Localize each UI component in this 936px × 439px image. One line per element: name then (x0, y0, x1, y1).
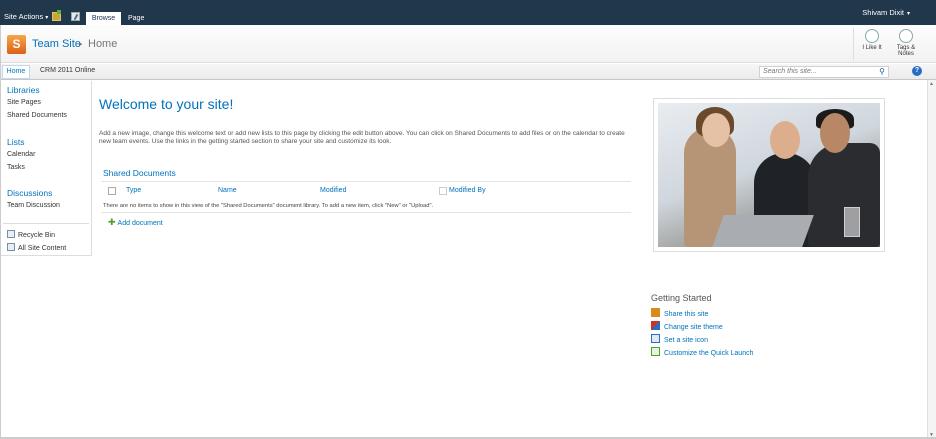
site-logo-icon[interactable]: S (7, 35, 26, 54)
change-theme-label: Change site theme (664, 324, 723, 331)
recycle-bin-label: Recycle Bin (18, 232, 55, 239)
getting-started-title: Getting Started (651, 293, 712, 303)
share-icon (651, 308, 660, 317)
ql-item-site-pages[interactable]: Site Pages (7, 99, 41, 106)
recycle-bin-icon (7, 230, 15, 238)
share-site-link[interactable]: Share this site (651, 308, 708, 318)
chevron-down-icon: ▾ (906, 11, 910, 17)
title-area: S Team Site ▸ Home I Like It Tags & Note… (0, 25, 936, 63)
welcome-text: Add a new image, change this welcome tex… (99, 130, 625, 145)
divider (101, 181, 631, 182)
user-name: Shivam Dixit (862, 8, 904, 17)
customize-quick-launch-link[interactable]: Customize the Quick Launch (651, 347, 754, 357)
top-nav: Home CRM 2011 Online Search this site...… (0, 64, 936, 80)
column-name[interactable]: Name (218, 187, 237, 194)
topnav-crm[interactable]: CRM 2011 Online (40, 67, 95, 74)
ql-item-calendar[interactable]: Calendar (7, 151, 35, 158)
empty-library-message: There are no items to show in this view … (103, 203, 434, 209)
quick-launch-icon (651, 347, 660, 356)
tags-notes-button[interactable]: Tags & Notes (892, 29, 920, 57)
add-document-label: Add document (117, 220, 163, 227)
welcome-heading: Welcome to your site! (99, 96, 234, 112)
i-like-it-button[interactable]: I Like It (858, 29, 886, 51)
navigate-up-icon[interactable] (52, 10, 61, 21)
site-actions-label: Site Actions (4, 12, 44, 21)
breadcrumb-arrow-icon: ▸ (79, 41, 83, 48)
site-actions-menu[interactable]: Site Actions ▾ (4, 12, 48, 21)
all-site-content-label: All Site Content (18, 245, 67, 252)
divider (101, 212, 631, 213)
ql-item-all-site-content[interactable]: All Site Content (7, 243, 66, 252)
divider (853, 28, 854, 60)
ql-item-team-discussion[interactable]: Team Discussion (7, 202, 60, 209)
divider (3, 223, 89, 224)
tab-page[interactable]: Page (128, 12, 144, 25)
ql-item-tasks[interactable]: Tasks (7, 164, 25, 171)
chevron-down-icon: ▾ (45, 15, 49, 21)
page-title: Home (88, 38, 118, 50)
shared-documents-title[interactable]: Shared Documents (103, 168, 176, 178)
customize-quick-launch-label: Customize the Quick Launch (664, 350, 754, 357)
add-document-link[interactable]: ✚ Add document (108, 217, 163, 228)
scroll-up-icon[interactable]: ▲ (929, 81, 934, 87)
ql-item-shared-documents[interactable]: Shared Documents (7, 112, 67, 119)
topnav-home[interactable]: Home (2, 65, 30, 79)
modified-by-filter-icon (439, 187, 447, 195)
search-input[interactable]: Search this site... (759, 66, 889, 78)
change-theme-link[interactable]: Change site theme (651, 321, 723, 331)
site-icon-icon (651, 334, 660, 343)
site-content-icon (7, 243, 15, 251)
select-all-checkbox[interactable] (108, 187, 116, 195)
window-border (0, 25, 1, 439)
ql-heading-discussions[interactable]: Discussions (7, 188, 52, 198)
set-icon-link[interactable]: Set a site icon (651, 334, 708, 344)
column-modified-by[interactable]: Modified By (449, 187, 486, 194)
tab-browse[interactable]: Browse (86, 12, 121, 25)
team-photo (658, 103, 880, 247)
set-icon-label: Set a site icon (664, 337, 708, 344)
column-modified[interactable]: Modified (320, 187, 346, 194)
user-menu[interactable]: Shivam Dixit ▾ (862, 8, 910, 17)
ql-item-recycle-bin[interactable]: Recycle Bin (7, 230, 55, 239)
theme-icon (651, 321, 660, 330)
vertical-scrollbar[interactable]: ▲ ▼ (927, 80, 936, 439)
ribbon-bar: Site Actions ▾ Browse Page Shivam Dixit ▾ (0, 0, 936, 25)
thumbs-up-icon (865, 29, 879, 43)
help-icon[interactable]: ? (912, 66, 922, 76)
i-like-it-label: I Like It (862, 45, 882, 51)
ql-heading-libraries[interactable]: Libraries (7, 85, 40, 95)
column-type[interactable]: Type (126, 187, 141, 194)
search-icon[interactable]: ⚲ (877, 67, 887, 77)
quick-launch: Libraries Site Pages Shared Documents Li… (1, 81, 92, 256)
share-site-label: Share this site (664, 311, 709, 318)
ql-heading-lists[interactable]: Lists (7, 137, 24, 147)
site-image-frame (653, 98, 885, 252)
site-title-link[interactable]: Team Site (32, 38, 81, 50)
edit-page-icon[interactable] (71, 12, 80, 21)
tag-icon (899, 29, 913, 43)
add-icon: ✚ (108, 217, 116, 227)
tags-notes-label: Tags & Notes (896, 45, 916, 57)
